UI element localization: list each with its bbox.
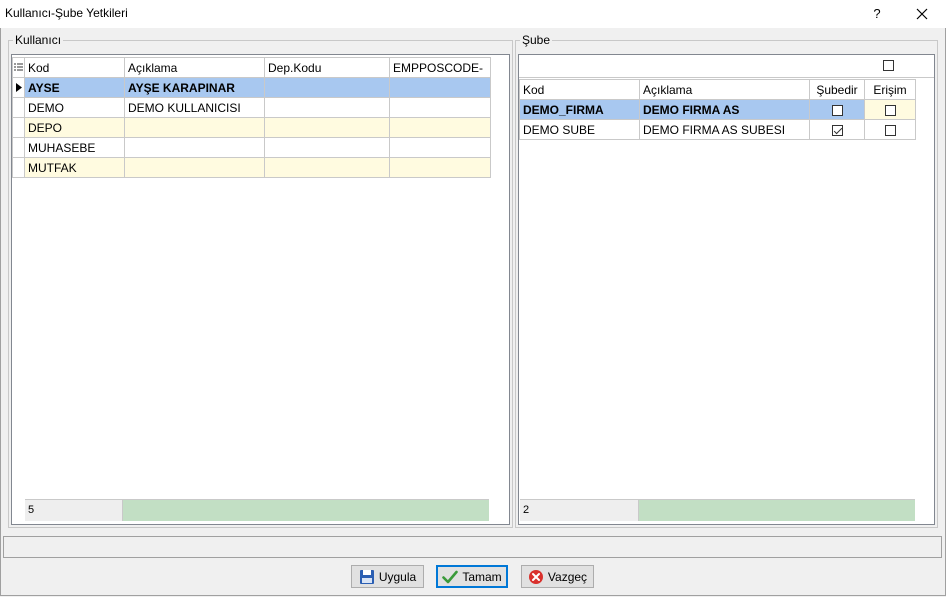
footer-summary — [123, 500, 489, 521]
cell-kod[interactable]: MUTFAK — [24, 157, 125, 178]
cell-aciklama[interactable]: AYŞE KARAPINAR — [124, 77, 265, 98]
cell-kod[interactable]: AYSE — [24, 77, 125, 98]
erisim-checkbox[interactable] — [884, 104, 896, 116]
close-icon — [916, 8, 928, 20]
cell-erisim[interactable] — [864, 119, 916, 140]
table-row[interactable]: AYSE AYŞE KARAPINAR — [12, 77, 491, 98]
row-indicator — [12, 137, 25, 158]
sube-grid-panel[interactable]: Kod Açıklama Şubedir Erişim DEMO_FIRMA D… — [518, 54, 935, 525]
column-header-empposcode[interactable]: EMPPOSCODE- — [389, 57, 491, 78]
apply-button[interactable]: Uygula — [351, 565, 424, 588]
cell-dep-kodu[interactable] — [264, 137, 390, 158]
cell-kod[interactable]: MUHASEBE — [24, 137, 125, 158]
cancel-icon — [528, 569, 543, 584]
status-bar — [3, 536, 942, 558]
cell-empposcode[interactable] — [389, 137, 491, 158]
sube-header-row: Kod Açıklama Şubedir Erişim — [519, 79, 916, 100]
record-count: 2 — [520, 500, 639, 521]
list-icon — [14, 63, 23, 70]
table-row[interactable]: DEMO DEMO KULLANICISI — [12, 97, 491, 118]
row-indicator — [12, 157, 25, 178]
cell-subedir[interactable] — [809, 119, 865, 140]
cell-erisim[interactable] — [864, 99, 916, 120]
save-icon — [359, 569, 374, 584]
kullanici-footer: 5 — [25, 499, 489, 521]
column-header-erisim[interactable]: Erişim — [864, 79, 916, 100]
title-bar: Kullanıcı-Şube Yetkileri ? — [0, 0, 946, 28]
kullanici-legend: Kullanıcı — [15, 33, 62, 47]
table-row[interactable]: MUHASEBE — [12, 137, 491, 158]
close-button[interactable] — [906, 0, 938, 28]
select-all-row — [519, 55, 934, 78]
cell-empposcode[interactable] — [389, 97, 491, 118]
subedir-checkbox[interactable] — [831, 104, 843, 116]
cell-aciklama[interactable] — [124, 137, 265, 158]
cell-dep-kodu[interactable] — [264, 157, 390, 178]
current-row-arrow-icon — [15, 82, 22, 92]
cell-kod[interactable]: DEMO_FIRMA — [519, 99, 640, 120]
cell-kod[interactable]: DEPO — [24, 117, 125, 138]
row-indicator — [12, 117, 25, 138]
erisim-checkbox[interactable] — [884, 124, 896, 136]
kullanici-table: Kod Açıklama Dep.Kodu EMPPOSCODE- AYSE A… — [12, 57, 491, 178]
checkmark-icon — [442, 570, 459, 583]
table-row[interactable]: DEPO — [12, 117, 491, 138]
cell-empposcode[interactable] — [389, 157, 491, 178]
cell-dep-kodu[interactable] — [264, 77, 390, 98]
cell-aciklama[interactable] — [124, 117, 265, 138]
cancel-button-label: Vazgeç — [547, 569, 588, 584]
subedir-checkbox[interactable] — [831, 124, 843, 136]
help-button[interactable]: ? — [862, 0, 892, 28]
row-indicator — [12, 97, 25, 118]
sube-footer: 2 — [520, 499, 915, 521]
row-indicator — [12, 77, 25, 98]
ok-button-label: Tamam — [462, 569, 502, 584]
record-count: 5 — [25, 500, 123, 521]
cell-aciklama[interactable]: DEMO FIRMA AS SUBESI — [639, 119, 810, 140]
table-row[interactable]: DEMO_FIRMA DEMO FIRMA AS — [519, 99, 916, 120]
table-row[interactable]: MUTFAK — [12, 157, 491, 178]
ok-button[interactable]: Tamam — [436, 565, 508, 588]
cell-aciklama[interactable]: DEMO KULLANICISI — [124, 97, 265, 118]
cell-aciklama[interactable] — [124, 157, 265, 178]
table-row[interactable]: DEMO SUBE DEMO FIRMA AS SUBESI — [519, 119, 916, 140]
cell-aciklama[interactable]: DEMO FIRMA AS — [639, 99, 810, 120]
cell-dep-kodu[interactable] — [264, 117, 390, 138]
kullanici-header-row: Kod Açıklama Dep.Kodu EMPPOSCODE- — [12, 57, 491, 78]
cell-dep-kodu[interactable] — [264, 97, 390, 118]
kullanici-grid-panel[interactable]: Kod Açıklama Dep.Kodu EMPPOSCODE- AYSE A… — [11, 54, 510, 525]
column-header-aciklama[interactable]: Açıklama — [639, 79, 810, 100]
sube-legend: Şube — [522, 33, 551, 47]
apply-button-label: Uygula — [378, 569, 417, 584]
column-header-dep-kodu[interactable]: Dep.Kodu — [264, 57, 390, 78]
window-title: Kullanıcı-Şube Yetkileri — [5, 6, 128, 20]
column-header-aciklama[interactable]: Açıklama — [124, 57, 265, 78]
cell-empposcode[interactable] — [389, 77, 491, 98]
footer-summary — [639, 500, 915, 521]
cell-kod[interactable]: DEMO — [24, 97, 125, 118]
column-header-kod[interactable]: Kod — [519, 79, 640, 100]
cell-kod[interactable]: DEMO SUBE — [519, 119, 640, 140]
column-header-kod[interactable]: Kod — [24, 57, 125, 78]
cell-empposcode[interactable] — [389, 117, 491, 138]
column-chooser-icon[interactable] — [12, 57, 25, 78]
cancel-button[interactable]: Vazgeç — [521, 565, 594, 588]
cell-subedir[interactable] — [809, 99, 865, 120]
sube-table: Kod Açıklama Şubedir Erişim DEMO_FIRMA D… — [519, 79, 916, 140]
select-all-checkbox[interactable] — [883, 60, 894, 71]
column-header-subedir[interactable]: Şubedir — [809, 79, 865, 100]
